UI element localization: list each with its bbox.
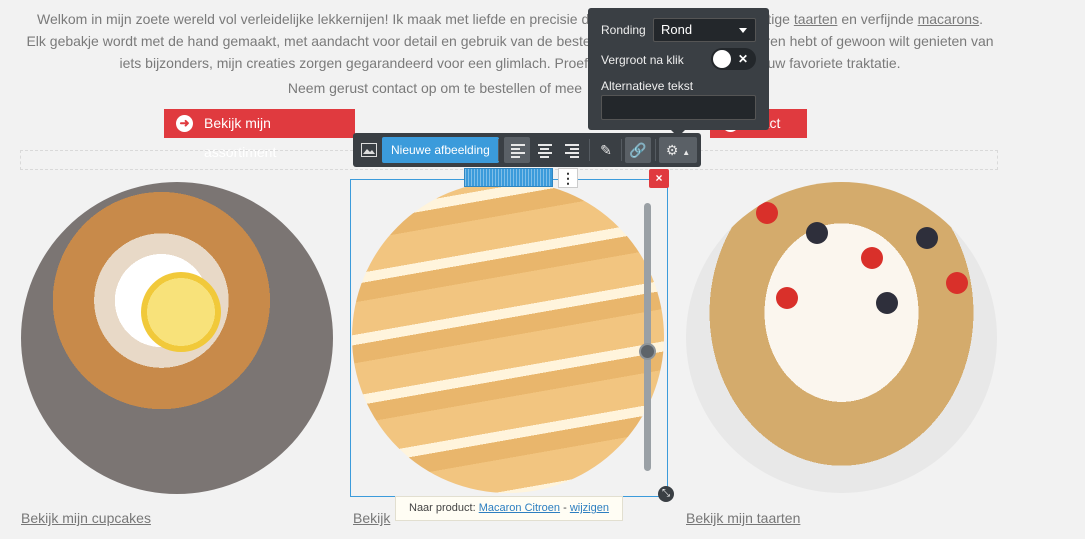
macarons-caption-link[interactable]: Bekijk [353,510,390,526]
cupcake-image[interactable] [21,182,333,494]
more-options-button[interactable]: ⋮ [558,168,578,188]
berry-decoration [916,227,938,249]
gear-icon[interactable]: ⚙ ▲ [659,137,697,163]
macarons-link[interactable]: macarons [918,11,979,27]
zoom-slider-thumb[interactable] [639,343,656,360]
ronding-select[interactable]: Rond [653,18,756,42]
enlarge-toggle[interactable]: ✕ [711,48,756,70]
align-right-button[interactable] [558,137,584,163]
lemon-slice-decoration [141,272,221,352]
align-left-button[interactable] [504,137,530,163]
product-link-tooltip: Naar product: Macaron Citroen - wijzigen [395,496,623,521]
intro-contact-line: Neem gerust contact op om te bestellen o… [287,80,583,96]
align-right-icon [565,144,579,160]
intro-line3-pre: iets bijzonders, mijn creaties zorgen ge… [119,55,608,71]
berry-decoration [876,292,898,314]
alt-text-input[interactable] [601,95,756,120]
product-link[interactable]: Macaron Citroen [479,502,560,514]
ronding-select-value: Rond [661,22,693,37]
berry-decoration [756,202,778,224]
arrow-right-circle-icon: ➜ [176,115,193,132]
berry-decoration [861,247,883,269]
toggle-off-icon: ✕ [737,52,748,66]
intro-line1-and: en verfijnde [841,11,914,27]
product-tip-prefix: Naar product: [409,502,476,514]
ronding-label: Ronding [601,23,646,37]
cake-image[interactable] [686,182,997,493]
chevron-down-icon [739,28,747,33]
align-center-icon [538,144,552,160]
zoom-slider[interactable] [639,203,656,471]
drag-handle[interactable] [464,168,553,187]
pencil-icon[interactable]: ✎ [593,137,619,163]
align-center-button[interactable] [531,137,557,163]
intro-line1-end: . [979,11,983,27]
link-icon[interactable]: 🔗 [625,137,651,163]
berry-decoration [806,222,828,244]
remove-image-button[interactable]: × [649,169,669,188]
taarten-caption-link[interactable]: Bekijk mijn taarten [686,510,800,526]
intro-line1-pre: Welkom in mijn zoete wereld vol verleide… [37,11,613,27]
intro-line3-end: uw favoriete traktatie. [767,55,901,71]
new-image-button[interactable]: Nieuwe afbeelding [382,137,499,163]
taarten-link[interactable]: taarten [794,11,838,27]
change-product-link[interactable]: wijzigen [570,502,609,514]
product-tip-separator: - [563,502,567,514]
align-left-icon [511,144,525,160]
assortiment-button[interactable]: ➜ Bekijk mijn assortiment [164,109,355,160]
enlarge-label: Vergroot na klik [601,53,684,67]
resize-handle-icon[interactable]: ⤡ [658,486,674,502]
intro-line2-pre: Elk gebakje wordt met de hand gemaakt, m… [26,33,606,49]
cupcakes-link[interactable]: Bekijk mijn cupcakes [21,510,151,526]
intro-text: Welkom in mijn zoete wereld vol verleide… [0,8,1020,99]
image-selection-frame [350,179,668,497]
image-toolbar: Nieuwe afbeelding ✎ 🔗 ⚙ ▲ [353,133,701,167]
berry-decoration [946,272,968,294]
image-settings-popover: Ronding Rond Vergroot na klik ✕ Alternat… [588,8,769,137]
berry-decoration [776,287,798,309]
intro-line2-end: ren hebt of gewoon wilt genieten van [765,33,994,49]
image-icon[interactable] [357,137,381,163]
toggle-knob [713,50,731,68]
alt-text-label: Alternatieve tekst [601,79,694,93]
